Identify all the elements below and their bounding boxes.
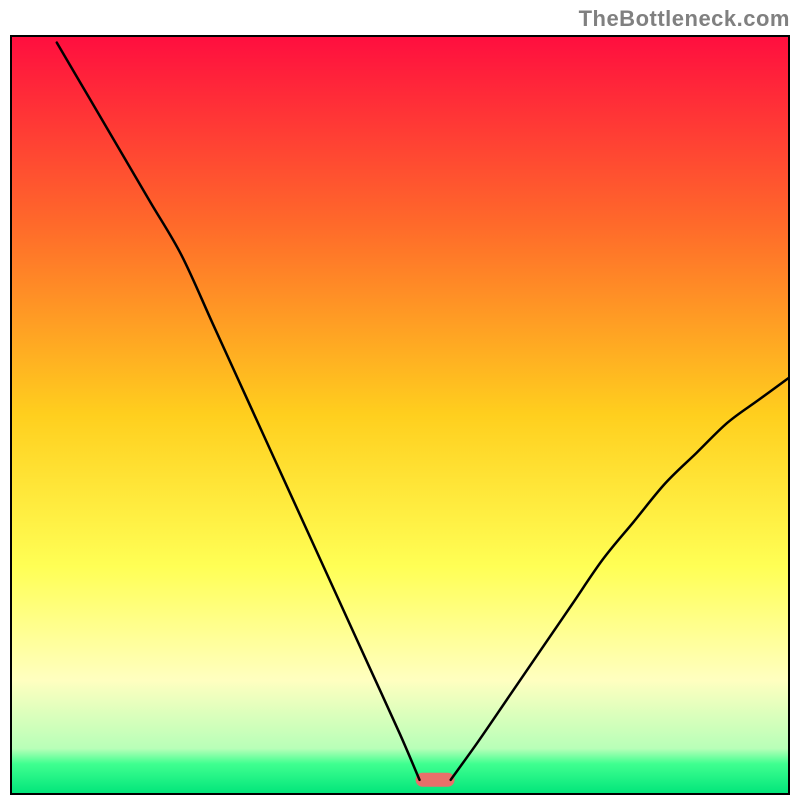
bottleneck-chart [10,35,790,795]
bottleneck-marker [416,773,455,787]
chart-container: TheBottleneck.com [0,0,800,800]
plot-background [11,36,789,794]
watermark: TheBottleneck.com [579,6,790,32]
